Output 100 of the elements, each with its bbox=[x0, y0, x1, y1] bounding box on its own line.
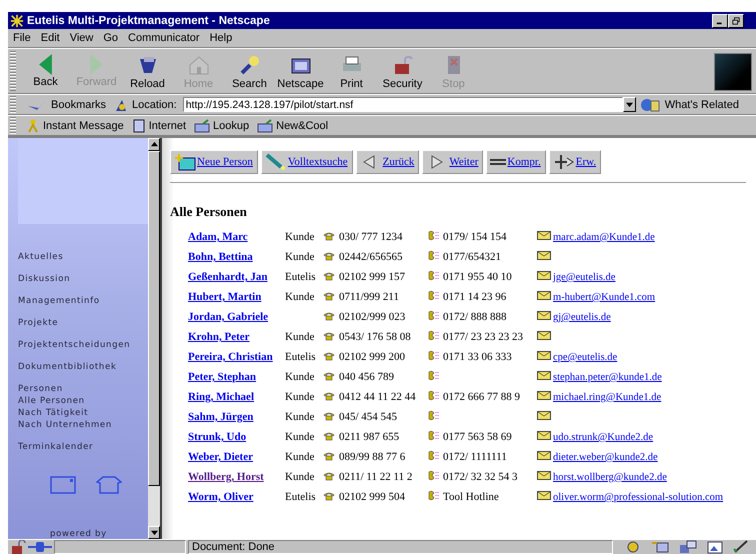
type-cell: Kunde bbox=[285, 371, 314, 383]
scrollbar[interactable] bbox=[148, 138, 160, 539]
bookmark-button[interactable]: Lookup bbox=[194, 118, 254, 132]
whats-related-button[interactable]: What's Related bbox=[640, 98, 743, 112]
toolbar-button[interactable]: Search bbox=[224, 50, 275, 92]
type-cell: Kunde bbox=[285, 251, 314, 263]
app-icon bbox=[10, 14, 24, 28]
email-link[interactable]: m-hubert@Kunde1.com bbox=[553, 292, 656, 303]
person-link[interactable]: Hubert, Martin bbox=[188, 291, 262, 303]
person-link[interactable]: Wollberg, Horst bbox=[188, 471, 264, 483]
phone-number: 02442/656565 bbox=[339, 251, 403, 263]
person-link[interactable]: Sahm, Jürgen bbox=[188, 411, 254, 423]
person-link[interactable]: Weber, Dieter bbox=[188, 451, 253, 463]
mobile-phone-icon bbox=[427, 310, 441, 321]
toolbar-grip[interactable] bbox=[10, 96, 16, 113]
menu-item[interactable]: Edit bbox=[40, 32, 60, 44]
action-button[interactable]: Neue Person bbox=[170, 150, 258, 174]
mobile-phone-icon bbox=[427, 370, 441, 381]
phone-number: 02102/999 023 bbox=[339, 311, 406, 323]
person-link[interactable]: Peter, Stephan bbox=[188, 371, 256, 383]
envelope-icon bbox=[537, 491, 551, 500]
email-link[interactable]: michael.ring@Kunde1.de bbox=[553, 392, 662, 403]
page-heading: Alle Personen bbox=[170, 204, 248, 220]
mobile-phone-icon bbox=[427, 350, 441, 361]
action-button[interactable]: Erw. bbox=[548, 150, 602, 174]
action-button[interactable]: Weiter bbox=[422, 150, 484, 174]
email-link[interactable]: horst.wollberg@kunde2.de bbox=[553, 472, 667, 483]
action-button[interactable]: Volltextsuche bbox=[260, 150, 353, 174]
phone-number: 02102 999 504 bbox=[339, 491, 405, 503]
email-link[interactable]: udo.strunk@Kunde2.de bbox=[553, 432, 654, 443]
bookmark-button[interactable]: Internet bbox=[132, 118, 190, 132]
person-link[interactable]: Adam, Marc bbox=[188, 231, 248, 243]
person-link[interactable]: Jordan, Gabriele bbox=[188, 311, 268, 323]
location-label: Location: bbox=[132, 98, 177, 110]
menu-item[interactable]: File bbox=[13, 32, 31, 44]
person-link[interactable]: Geßenhardt, Jan bbox=[188, 271, 268, 283]
sidebar-item[interactable]: Nach Tätigkeit bbox=[18, 408, 148, 418]
envelope-icon bbox=[537, 411, 551, 420]
email-link[interactable]: gj@eutelis.de bbox=[553, 312, 611, 323]
sidebar-item[interactable]: Projekte bbox=[18, 318, 148, 328]
action-button[interactable]: Zurück bbox=[356, 150, 420, 174]
sidebar-item[interactable]: Projektentscheidungen bbox=[18, 340, 148, 350]
toolbar-button[interactable]: Back bbox=[20, 50, 71, 92]
sidebar-item[interactable]: Terminkalender bbox=[18, 442, 148, 452]
scroll-up-icon[interactable] bbox=[150, 141, 158, 148]
email-link[interactable]: oliver.worm@professional-solution.com bbox=[553, 492, 724, 503]
pen-icon[interactable] bbox=[733, 540, 749, 554]
telephone-icon bbox=[323, 430, 335, 440]
menu-item[interactable]: Communicator bbox=[128, 32, 200, 44]
bookmarks-button[interactable]: Bookmarks bbox=[26, 98, 110, 112]
email-link[interactable]: dieter.weber@kunde2.de bbox=[553, 452, 658, 463]
sidebar-item[interactable]: Alle Personen bbox=[18, 396, 148, 406]
mobile-number: 0172 666 77 88 9 bbox=[443, 391, 520, 403]
email-link[interactable]: cpe@eutelis.de bbox=[553, 352, 618, 363]
person-link[interactable]: Krohn, Peter bbox=[188, 331, 250, 343]
menu-item[interactable]: View bbox=[70, 32, 94, 44]
menu-item[interactable]: Help bbox=[210, 32, 232, 44]
toolbar-grip[interactable] bbox=[10, 51, 16, 91]
sidebar-item[interactable]: Aktuelles bbox=[18, 252, 148, 262]
telephone-icon bbox=[323, 310, 335, 320]
dropdown-button[interactable] bbox=[622, 97, 636, 112]
menu-item[interactable]: Go bbox=[103, 32, 118, 44]
envelope-icon bbox=[537, 371, 551, 380]
bookmark-button[interactable]: Instant Message bbox=[26, 118, 128, 132]
type-cell: Kunde bbox=[285, 471, 314, 483]
email-link[interactable]: jge@eutelis.de bbox=[553, 272, 616, 283]
sidebar-item[interactable]: Diskussion bbox=[18, 274, 148, 284]
toolbar-grip[interactable] bbox=[10, 117, 16, 134]
action-button[interactable]: Kompr. bbox=[486, 150, 546, 174]
person-link[interactable]: Bohn, Bettina bbox=[188, 251, 253, 263]
scroll-down-icon[interactable] bbox=[150, 529, 158, 536]
person-link[interactable]: Ring, Michael bbox=[188, 391, 254, 403]
type-cell: Kunde bbox=[285, 431, 314, 443]
email-link[interactable]: stephan.peter@kunde1.de bbox=[553, 372, 662, 383]
toolbar-button[interactable]: Print bbox=[326, 50, 377, 92]
connection-plug-icon[interactable] bbox=[28, 541, 52, 553]
email-link[interactable]: marc.adam@Kunde1.de bbox=[553, 232, 655, 243]
toolbar-button[interactable]: Security bbox=[377, 50, 428, 92]
minimize-button[interactable] bbox=[712, 14, 728, 28]
url-field[interactable]: http://195.243.128.197/pilot/start.nsf bbox=[182, 97, 623, 112]
envelope-icon bbox=[537, 331, 551, 340]
mobile-phone-icon bbox=[427, 490, 441, 501]
bookmark-button[interactable]: New&Cool bbox=[257, 118, 332, 132]
mobile-number: 0171 33 06 333 bbox=[443, 351, 512, 363]
person-link[interactable]: Strunk, Udo bbox=[188, 431, 246, 443]
envelope-icon bbox=[537, 391, 551, 400]
toolbar-button[interactable]: Reload bbox=[122, 50, 173, 92]
person-link[interactable]: Pereira, Christian bbox=[188, 351, 273, 363]
toolbar-button[interactable]: Netscape bbox=[275, 50, 326, 92]
sidebar-item[interactable]: Managementinfo bbox=[18, 296, 148, 306]
telephone-icon bbox=[323, 230, 335, 240]
powered-by-text: powered by bbox=[50, 529, 107, 539]
telephone-icon bbox=[323, 330, 335, 340]
padlock-icon[interactable] bbox=[10, 540, 26, 554]
restore-button[interactable] bbox=[728, 14, 744, 28]
sidebar-item[interactable]: Dokumentbibliothek bbox=[18, 362, 148, 372]
mobile-phone-icon bbox=[427, 250, 441, 261]
sidebar-item[interactable]: Personen bbox=[18, 384, 148, 394]
person-link[interactable]: Worm, Oliver bbox=[188, 491, 254, 503]
sidebar-item[interactable]: Nach Unternehmen bbox=[18, 420, 148, 430]
